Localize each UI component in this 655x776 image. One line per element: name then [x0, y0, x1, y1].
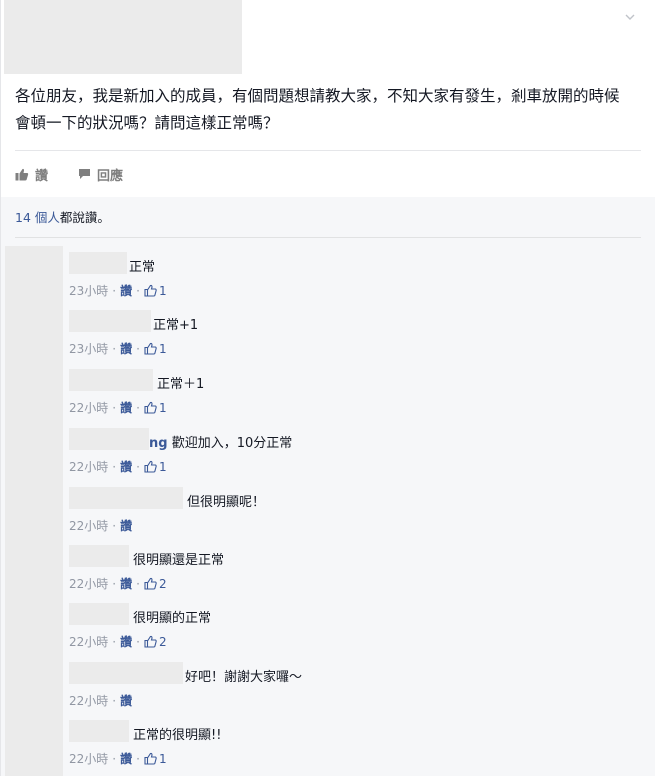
comment-button-label: 回應: [97, 168, 124, 184]
comment-like-link[interactable]: 讚: [120, 750, 132, 767]
commenter-name-blurred[interactable]: [69, 487, 183, 509]
comment-like-count[interactable]: 1: [144, 460, 167, 474]
comment-meta: 22小時 · 讚: [69, 692, 133, 709]
comment-text: 但很明顯呢！: [187, 495, 266, 510]
comment-item: 好吧！謝謝大家囉～ 22小時 · 讚: [63, 656, 643, 710]
comment-meta: 22小時 · 讚 · 2: [69, 633, 167, 650]
commenter-name-blurred[interactable]: [69, 603, 129, 625]
comment-time[interactable]: 22小時: [69, 517, 108, 534]
commenter-name-blurred[interactable]: [69, 252, 127, 274]
comment-time[interactable]: 22小時: [69, 575, 108, 592]
comment-like-count[interactable]: 2: [144, 635, 167, 649]
post-actions: 讚 回應: [15, 160, 123, 188]
comment-time[interactable]: 22小時: [69, 750, 108, 767]
comment-meta: 22小時 · 讚 · 2: [69, 575, 167, 592]
like-button[interactable]: 讚: [15, 165, 48, 184]
comment-time[interactable]: 23小時: [69, 282, 108, 299]
thumbs-up-outline-icon: [144, 460, 157, 473]
comment-text: ng 歡迎加入，10分正常: [149, 436, 293, 451]
likes-count-link[interactable]: 14 個人: [15, 210, 60, 225]
comment-meta: 22小時 · 讚 · 1: [69, 399, 167, 416]
comment-item: 正常+1 23小時 · 讚 · 1: [63, 304, 643, 358]
comment-like-link[interactable]: 讚: [120, 340, 132, 357]
comment-like-link[interactable]: 讚: [120, 633, 132, 650]
comment-like-count[interactable]: 1: [144, 284, 167, 298]
commenter-name-blurred[interactable]: [69, 428, 149, 450]
comment-like-link[interactable]: 讚: [120, 399, 132, 416]
comment-meta: 23小時 · 讚 · 1: [69, 282, 167, 299]
commenter-name-blurred[interactable]: [69, 310, 151, 332]
comment-meta: 22小時 · 讚: [69, 517, 133, 534]
poster-header-blurred: [4, 0, 242, 74]
comment-item: 正常的很明顯!! 22小時 · 讚 · 1: [63, 714, 643, 768]
comment-text: 好吧！謝謝大家囉～: [185, 670, 303, 685]
likes-suffix: 都說讚。: [59, 210, 110, 225]
post-text: 各位朋友，我是新加入的成員，有個問題想請教大家，不知大家有發生，剎車放開的時候會…: [15, 87, 620, 132]
comment-text: 正常+1: [153, 318, 199, 333]
thumbs-up-outline-icon: [144, 401, 157, 414]
comment-bubble-icon: [79, 169, 91, 179]
commenter-name-blurred[interactable]: [69, 369, 153, 391]
divider: [15, 237, 641, 238]
comment-like-count[interactable]: 2: [144, 577, 167, 591]
comment-like-link[interactable]: 讚: [120, 458, 132, 475]
comment-time[interactable]: 22小時: [69, 633, 108, 650]
thumbs-up-outline-icon: [144, 284, 157, 297]
comment-like-link[interactable]: 讚: [120, 282, 132, 299]
comment-item: 很明顯還是正常 22小時 · 讚 · 2: [63, 539, 643, 593]
comment-text: 很明顯的正常: [133, 611, 212, 626]
comment-text: 正常: [129, 260, 156, 275]
comment-item: 很明顯的正常 22小時 · 讚 · 2: [63, 597, 643, 651]
comment-time[interactable]: 22小時: [69, 399, 108, 416]
comment-item: ng 歡迎加入，10分正常 22小時 · 讚 · 1: [63, 422, 643, 476]
comment-meta: 22小時 · 讚 · 1: [69, 750, 167, 767]
comment-like-link[interactable]: 讚: [120, 692, 132, 709]
like-button-label: 讚: [35, 168, 49, 184]
thumbs-up-outline-icon: [144, 635, 157, 648]
commenter-name-suffix[interactable]: ng: [149, 436, 168, 451]
comment-item: 正常 23小時 · 讚 · 1: [63, 246, 643, 300]
commenter-avatars-blurred: [5, 246, 63, 776]
comment-text: 正常＋1: [157, 377, 205, 392]
comment-text: 很明顯還是正常: [133, 553, 225, 568]
commenter-name-blurred[interactable]: [69, 545, 129, 567]
chevron-down-icon[interactable]: [625, 12, 635, 22]
post-card: 各位朋友，我是新加入的成員，有個問題想請教大家，不知大家有發生，剎車放開的時候會…: [0, 0, 655, 776]
comment-like-link[interactable]: 讚: [120, 517, 132, 534]
comment-time[interactable]: 23小時: [69, 340, 108, 357]
thumbs-up-outline-icon: [144, 342, 157, 355]
comment-meta: 22小時 · 讚 · 1: [69, 458, 167, 475]
comment-like-link[interactable]: 讚: [120, 575, 132, 592]
commenter-name-blurred[interactable]: [69, 662, 183, 684]
thumbs-up-icon: [15, 168, 29, 180]
comment-meta: 23小時 · 讚 · 1: [69, 340, 167, 357]
thumbs-up-outline-icon: [144, 577, 157, 590]
comment-button[interactable]: 回應: [78, 165, 123, 184]
comment-like-count[interactable]: 1: [144, 342, 167, 356]
comment-like-count[interactable]: 1: [144, 752, 167, 766]
thumbs-up-outline-icon: [144, 752, 157, 765]
comment-item: 但很明顯呢！ 22小時 · 讚: [63, 481, 643, 535]
likes-summary: 14 個人都說讚。: [15, 207, 110, 226]
comment-item: 正常＋1 22小時 · 讚 · 1: [63, 363, 643, 417]
divider: [15, 150, 641, 151]
comment-text: 正常的很明顯!!: [133, 728, 222, 743]
comment-time[interactable]: 22小時: [69, 458, 108, 475]
commenter-name-blurred[interactable]: [69, 720, 129, 742]
comment-time[interactable]: 22小時: [69, 692, 108, 709]
comment-like-count[interactable]: 1: [144, 401, 167, 415]
